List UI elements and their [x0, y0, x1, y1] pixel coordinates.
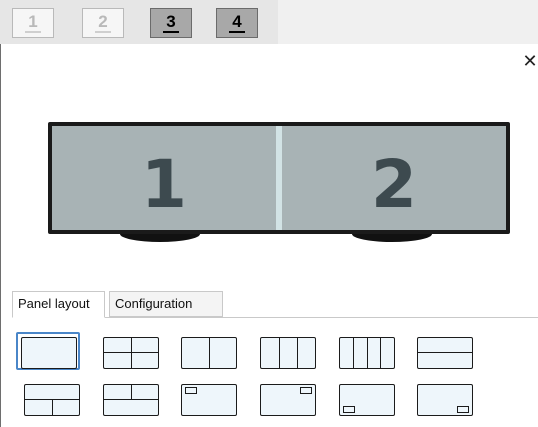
- tab-configuration[interactable]: Configuration: [109, 291, 223, 317]
- layout-four-columns-icon: [339, 337, 395, 369]
- tab-strip-empty-area: [278, 0, 538, 44]
- layout-pip-bottom-left-icon: [339, 384, 395, 416]
- layout-full-icon: [21, 337, 77, 369]
- layout-full-option[interactable]: [16, 332, 80, 370]
- layout-pip-top-right-icon: [260, 384, 316, 416]
- layout-two-columns-icon: [181, 337, 237, 369]
- layout-two-rows-option[interactable]: [413, 333, 477, 371]
- layout-window: { "layer_tabs": [ {"label": "1", "state"…: [0, 0, 538, 427]
- monitor-1-screen[interactable]: 1: [52, 126, 276, 230]
- layout-top-full-bottom-split-option[interactable]: [20, 380, 84, 418]
- tab-panel-layout[interactable]: Panel layout: [12, 291, 105, 318]
- close-icon[interactable]: ✕: [522, 52, 538, 70]
- layer-tab-2[interactable]: 2: [82, 8, 124, 38]
- layout-three-columns-icon: [260, 337, 316, 369]
- layer-tab-4-label: 4: [232, 12, 242, 31]
- layer-tab-2-label: 2: [98, 12, 108, 31]
- layer-tab-1-label: 1: [28, 12, 38, 31]
- layout-quad-icon: [103, 337, 159, 369]
- layout-four-columns-option[interactable]: [335, 333, 399, 371]
- monitor-1-number: 1: [141, 146, 187, 223]
- layout-pip-top-right-option[interactable]: [256, 380, 320, 418]
- layout-top-split-bottom-full-option[interactable]: [99, 380, 163, 418]
- layout-pip-bottom-left-option[interactable]: [335, 380, 399, 418]
- layout-two-columns-option[interactable]: [177, 333, 241, 371]
- layout-three-columns-option[interactable]: [256, 333, 320, 371]
- layer-tab-3-label: 3: [166, 12, 176, 31]
- layer-tab-strip: 1 2 3 4: [0, 0, 538, 44]
- layout-two-rows-icon: [417, 337, 473, 369]
- layout-pip-bottom-right-icon: [417, 384, 473, 416]
- layout-pip-top-left-option[interactable]: [177, 380, 241, 418]
- layout-top-full-bottom-split-icon: [24, 384, 80, 416]
- layer-tab-4[interactable]: 4: [216, 8, 258, 38]
- monitor-2-screen[interactable]: 2: [282, 126, 506, 230]
- monitor-2-number: 2: [371, 146, 417, 223]
- layer-tab-3[interactable]: 3: [150, 8, 192, 38]
- layout-top-split-bottom-full-icon: [103, 384, 159, 416]
- layout-pip-top-left-icon: [181, 384, 237, 416]
- layout-pip-bottom-right-option[interactable]: [413, 380, 477, 418]
- layout-quad-option[interactable]: [99, 333, 163, 371]
- monitor-preview: 1 2: [48, 122, 510, 234]
- layer-tab-1[interactable]: 1: [12, 8, 54, 38]
